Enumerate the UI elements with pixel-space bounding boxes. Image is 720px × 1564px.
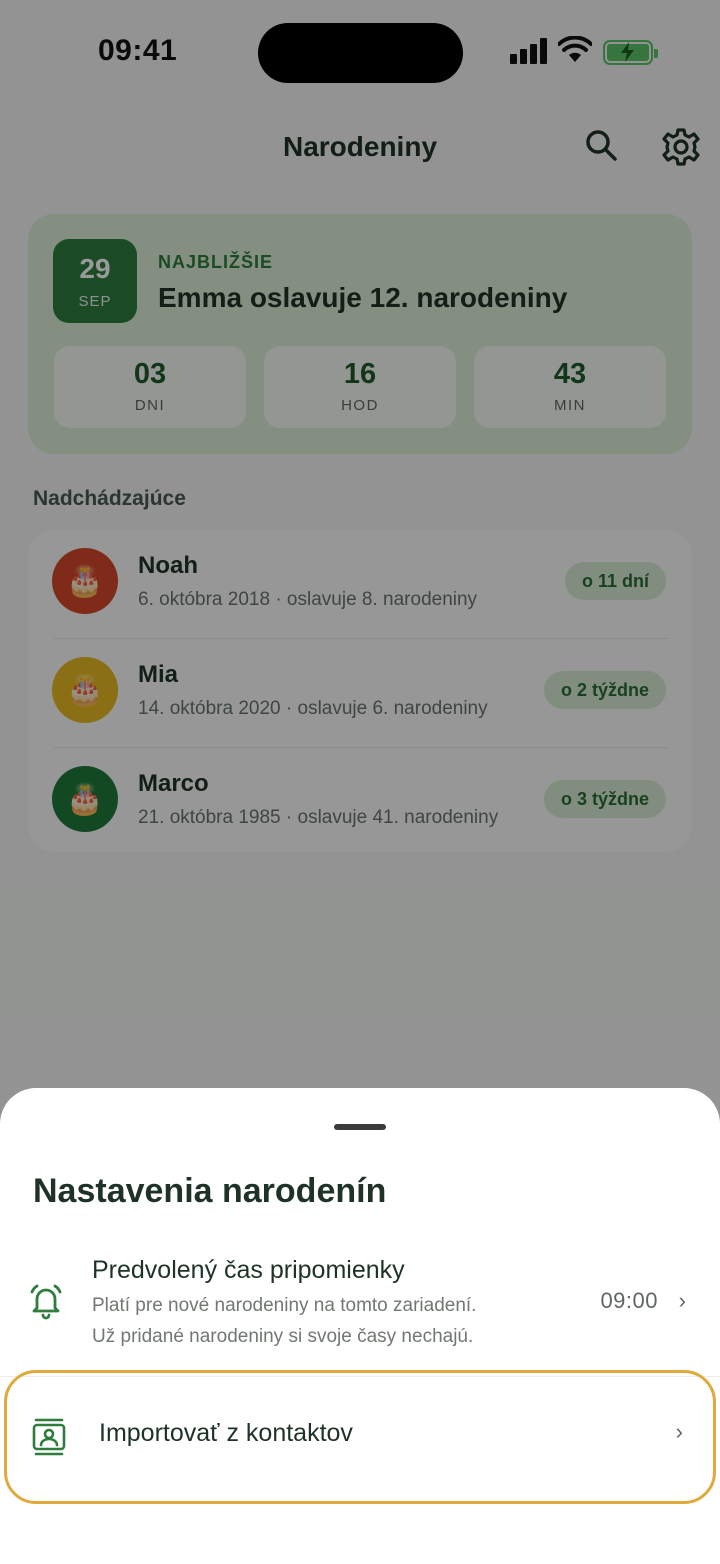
settings-sheet: Nastavenia narodenín Predvolený čas prip… — [0, 1088, 720, 1564]
reminder-label: Predvolený čas pripomienky — [92, 1256, 405, 1284]
reminder-time-row[interactable]: Predvolený čas pripomienky Platí pre nov… — [0, 1248, 720, 1366]
import-label: Importovať z kontaktov — [99, 1419, 353, 1447]
reminder-description-2: Už pridané narodeniny si svoje časy nech… — [92, 1326, 474, 1347]
reminder-description-1: Platí pre nové narodeniny na tomto zaria… — [92, 1295, 477, 1316]
chevron-right-icon: › — [678, 1288, 686, 1313]
sheet-grabber[interactable] — [334, 1124, 386, 1130]
chevron-right-icon: › — [675, 1419, 683, 1444]
reminder-time-value: 09:00 — [600, 1288, 658, 1313]
sheet-title: Nastavenia narodenín — [33, 1172, 387, 1210]
bell-icon — [30, 1284, 62, 1320]
contacts-icon — [32, 1418, 66, 1456]
import-contacts-row[interactable]: Importovať z kontaktov › — [4, 1370, 716, 1504]
